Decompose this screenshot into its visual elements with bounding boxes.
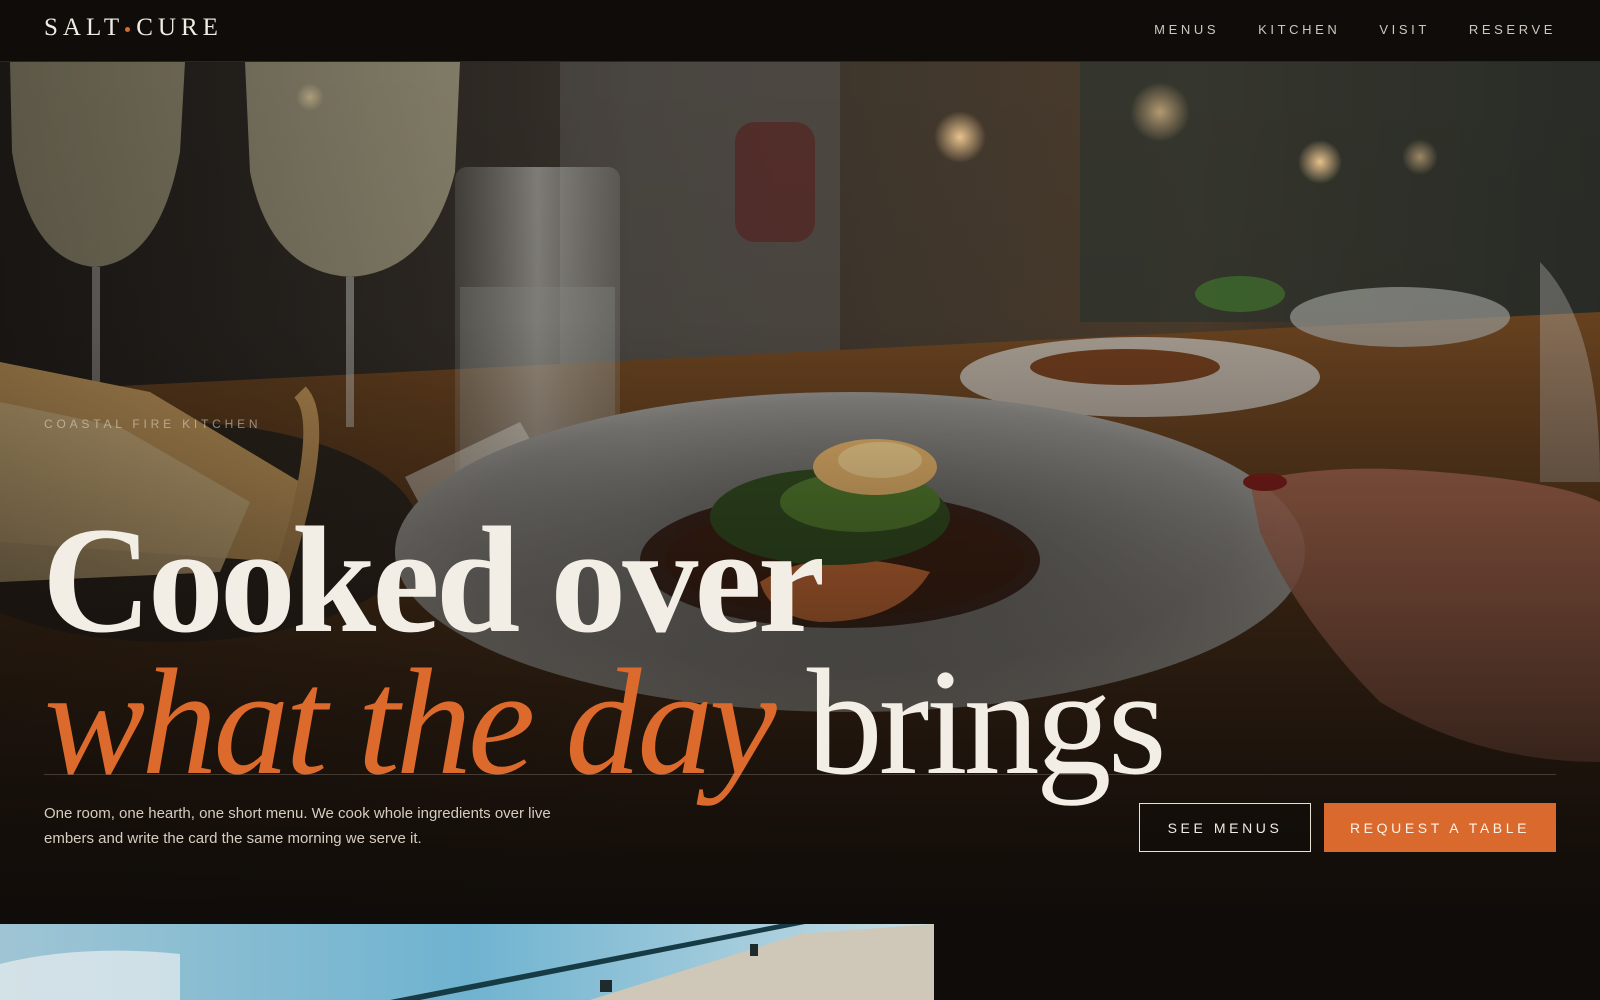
request-table-button[interactable]: REQUEST A TABLE	[1324, 803, 1556, 852]
terrace-photo	[0, 924, 934, 1000]
nav-item-visit[interactable]: VISIT	[1379, 22, 1430, 38]
hero-headline-line1: Cooked over	[42, 496, 825, 664]
hero-eyebrow: COASTAL FIRE KITCHEN	[44, 417, 262, 431]
site-header: SALT CURE MENUS KITCHEN VISIT RESERVE	[0, 0, 1600, 62]
main-nav: MENUS KITCHEN VISIT RESERVE	[1154, 22, 1556, 38]
nav-item-menus[interactable]: MENUS	[1154, 22, 1219, 38]
hero-headline-line2: what the day brings	[44, 642, 1167, 802]
hero-divider	[44, 774, 1556, 775]
hero-section: COASTAL FIRE KITCHEN Cooked over what th…	[0, 62, 1600, 924]
hero-headline-tail: brings	[806, 638, 1167, 806]
brand-name-left: SALT	[44, 14, 125, 41]
brand-name-right: CURE	[136, 14, 223, 41]
nav-item-kitchen[interactable]: KITCHEN	[1258, 22, 1340, 38]
nav-item-reserve[interactable]: RESERVE	[1469, 22, 1556, 38]
hero-lede: One room, one hearth, one short menu. We…	[44, 805, 551, 847]
brand-dot	[125, 26, 131, 32]
see-menus-button[interactable]: SEE MENUS	[1139, 803, 1311, 852]
hero-headline-accent: what the day	[44, 638, 777, 806]
next-section	[0, 924, 1600, 1000]
brand-logo[interactable]: SALT CURE	[44, 14, 223, 42]
